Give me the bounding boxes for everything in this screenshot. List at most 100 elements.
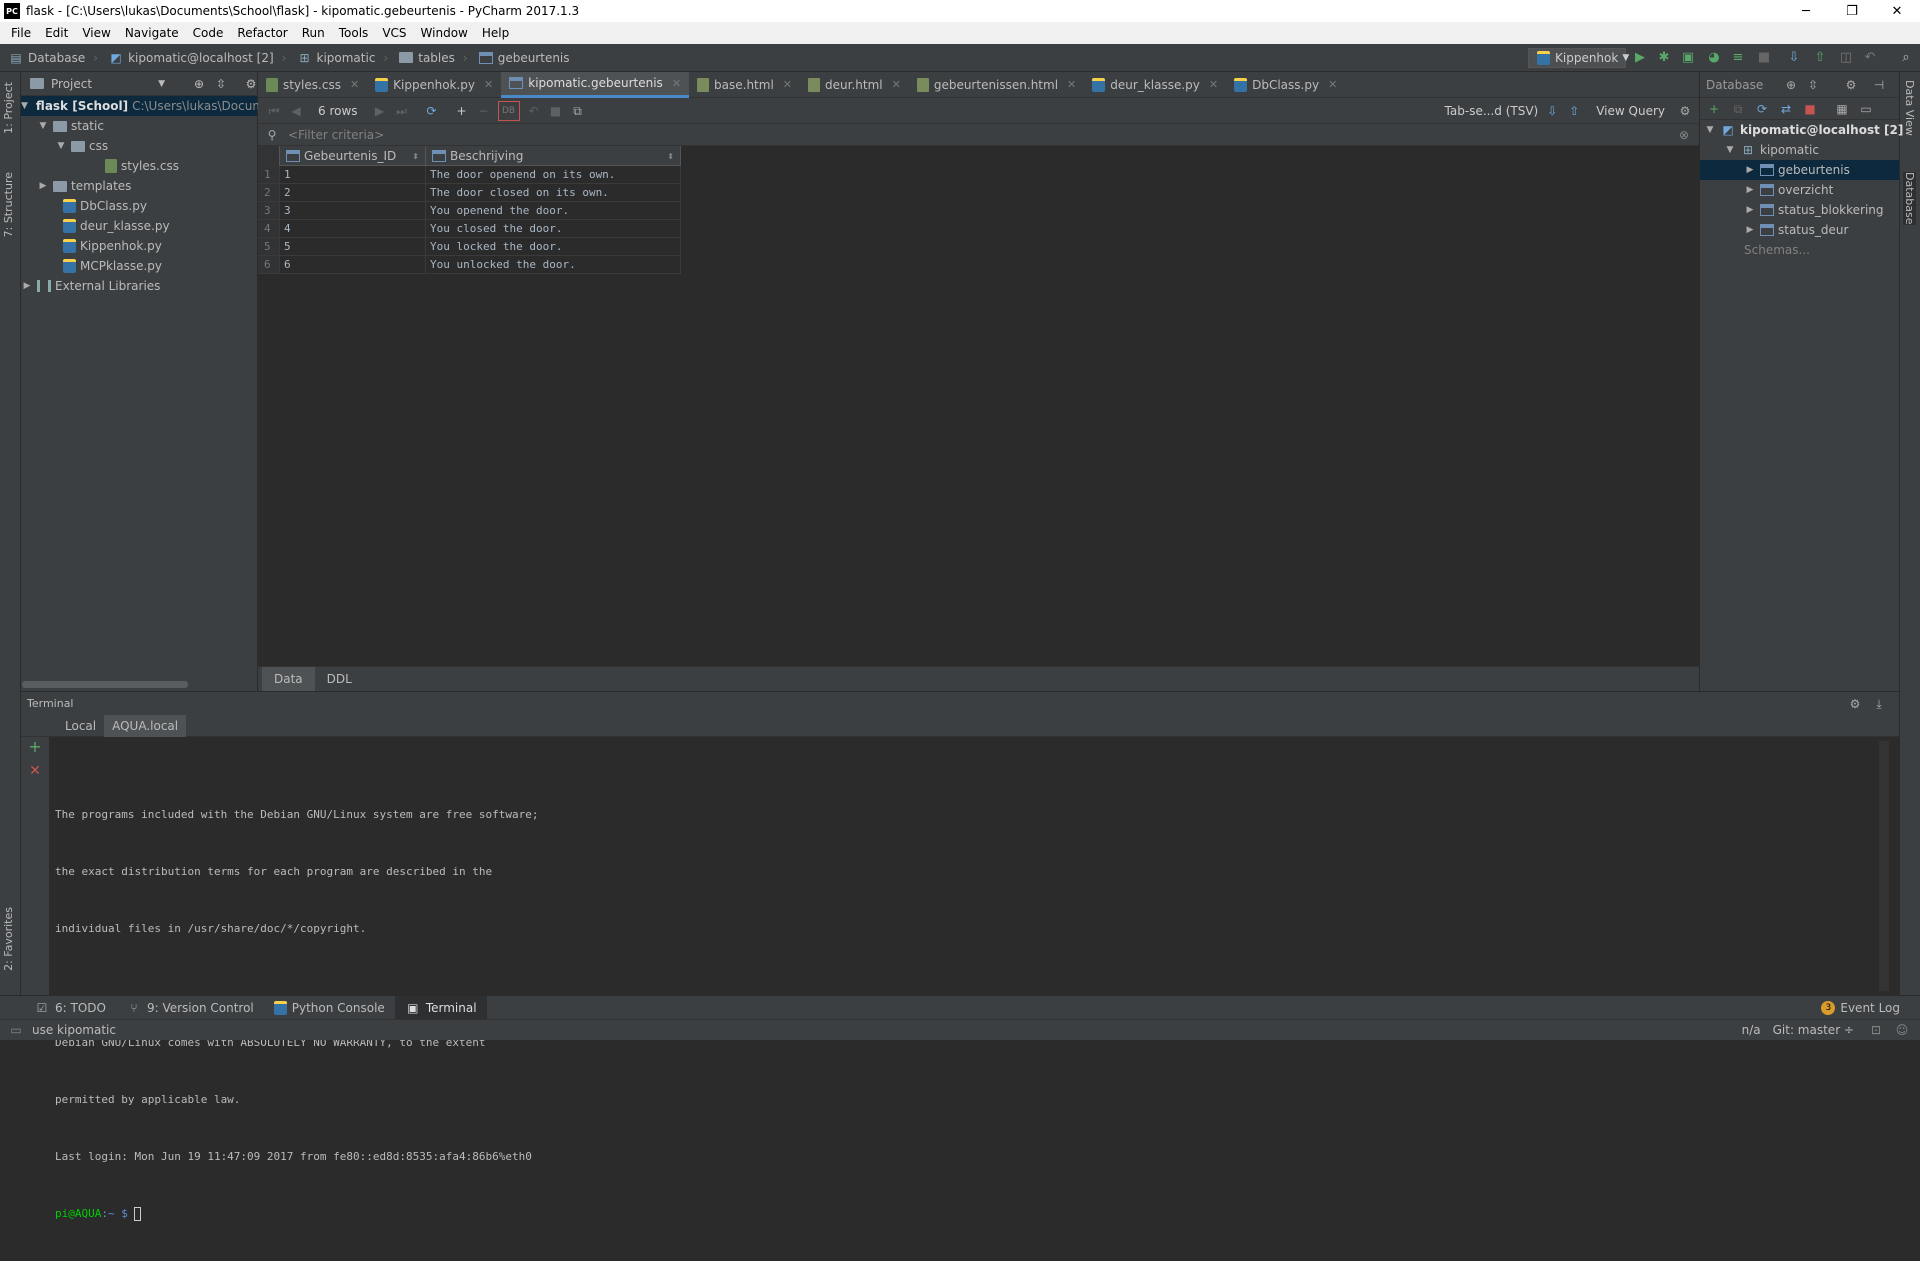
refresh-icon[interactable]: ⟳ bbox=[1754, 101, 1770, 117]
add-row-icon[interactable]: + bbox=[454, 103, 470, 119]
git-branch[interactable]: Git: master ÷ bbox=[1773, 1023, 1854, 1037]
tab-data[interactable]: Data bbox=[262, 666, 315, 692]
tab-deur-html[interactable]: deur.html ✕ bbox=[800, 72, 909, 98]
tree-item-schema-kipomatic[interactable]: ▼ ⊞ kipomatic bbox=[1724, 140, 1819, 160]
expand-arrow-icon[interactable]: ▼ bbox=[21, 101, 28, 111]
cell-id[interactable]: 5 bbox=[280, 238, 426, 256]
table-row[interactable]: 6 6 You unlocked the door. bbox=[258, 256, 681, 274]
table-row[interactable]: 5 5 You locked the door. bbox=[258, 238, 681, 256]
next-page-icon[interactable]: ▶ bbox=[372, 103, 388, 119]
table-row[interactable]: 2 2 The door closed on its own. bbox=[258, 184, 681, 202]
menu-window[interactable]: Window bbox=[414, 26, 475, 40]
terminal-prompt[interactable]: pi@AQUA:~ $ bbox=[55, 1204, 538, 1223]
collapse-icon[interactable]: ⇳ bbox=[1805, 77, 1821, 93]
menu-code[interactable]: Code bbox=[186, 26, 231, 40]
gear-icon[interactable]: ⚙ bbox=[243, 76, 259, 92]
tab-kippenhok[interactable]: Kippenhok.py ✕ bbox=[367, 72, 501, 98]
tree-item-gebeurtenis[interactable]: ▶ gebeurtenis bbox=[1700, 160, 1899, 180]
table-row[interactable]: 4 4 You closed the door. bbox=[258, 220, 681, 238]
lock-icon[interactable]: ⊡ bbox=[1868, 1022, 1884, 1038]
debug-icon[interactable]: ✱ bbox=[1656, 50, 1672, 66]
close-icon[interactable]: ✕ bbox=[350, 78, 359, 91]
tree-item-overzicht[interactable]: ▶ overzicht bbox=[1744, 180, 1834, 200]
menu-help[interactable]: Help bbox=[475, 26, 516, 40]
sort-icon[interactable]: ⬍ bbox=[412, 152, 419, 161]
last-page-icon[interactable]: ⏭ bbox=[394, 103, 410, 119]
delete-row-icon[interactable]: − bbox=[476, 103, 492, 119]
cancel-query-icon[interactable]: ■ bbox=[548, 103, 564, 119]
close-icon[interactable]: ✕ bbox=[783, 78, 792, 91]
cell-description[interactable]: You closed the door. bbox=[426, 220, 681, 238]
close-icon[interactable]: ✕ bbox=[1328, 78, 1337, 91]
column-header-beschrijving[interactable]: Beschrijving ⬍ bbox=[426, 146, 681, 166]
schemas-link[interactable]: Schemas... bbox=[1744, 240, 1810, 260]
expand-arrow-icon[interactable]: ▼ bbox=[1724, 145, 1736, 155]
cell-description[interactable]: You unlocked the door. bbox=[426, 256, 681, 274]
import-icon[interactable]: ⇧ bbox=[1566, 103, 1582, 119]
breadcrumb-database[interactable]: ▤ Database › bbox=[8, 50, 98, 66]
menu-file[interactable]: File bbox=[4, 26, 38, 40]
run-icon[interactable]: ▶ bbox=[1632, 50, 1648, 66]
search-icon[interactable]: ⌕ bbox=[1898, 50, 1914, 66]
revert-icon[interactable]: ↶ bbox=[526, 103, 542, 119]
run-configuration-select[interactable]: Kippenhok ▼ bbox=[1528, 48, 1629, 68]
expand-arrow-icon[interactable]: ▼ bbox=[37, 121, 49, 131]
collapse-icon[interactable]: ⇳ bbox=[213, 76, 229, 92]
tree-item-datasource[interactable]: ▼ ◩ kipomatic@localhost [2] bbox=[1704, 120, 1904, 140]
menu-navigate[interactable]: Navigate bbox=[118, 26, 186, 40]
tab-terminal-local[interactable]: Local bbox=[57, 715, 104, 737]
tab-terminal-aqua[interactable]: AQUA.local bbox=[104, 714, 187, 737]
close-window-button[interactable]: ✕ bbox=[1874, 0, 1920, 22]
cell-description[interactable]: You locked the door. bbox=[426, 238, 681, 256]
table-row[interactable]: 1 1 The door openend on its own. bbox=[258, 166, 681, 184]
version-control-tool-button[interactable]: ⑂ 9: Version Control bbox=[116, 996, 264, 1020]
structure-tool-button[interactable]: 7: Structure bbox=[2, 172, 15, 237]
collapse-arrow-icon[interactable]: ▶ bbox=[1744, 185, 1756, 195]
chevron-down-icon[interactable]: ▼ bbox=[158, 79, 165, 89]
menu-vcs[interactable]: VCS bbox=[375, 26, 413, 40]
revert-icon[interactable]: ↶ bbox=[1862, 50, 1878, 66]
collapse-arrow-icon[interactable]: ▶ bbox=[1744, 165, 1756, 175]
collapse-arrow-icon[interactable]: ▶ bbox=[1744, 205, 1756, 215]
breadcrumb-datasource[interactable]: ◩ kipomatic@localhost [2] › bbox=[108, 50, 286, 66]
console-icon[interactable]: ▭ bbox=[1858, 101, 1874, 117]
tree-item-templates[interactable]: ▶ templates bbox=[37, 176, 132, 196]
duplicate-icon[interactable]: ⧉ bbox=[1730, 101, 1746, 117]
tree-item-css[interactable]: ▼ css bbox=[55, 136, 109, 156]
hide-icon[interactable]: ⊣ bbox=[1871, 77, 1887, 93]
todo-tool-button[interactable]: ☑ 6: TODO bbox=[24, 996, 116, 1020]
table-editor-icon[interactable]: ▦ bbox=[1834, 101, 1850, 117]
expand-arrow-icon[interactable]: ▼ bbox=[55, 141, 67, 151]
tab-styles-css[interactable]: styles.css ✕ bbox=[258, 72, 367, 98]
menu-refactor[interactable]: Refactor bbox=[230, 26, 294, 40]
close-icon[interactable]: ✕ bbox=[1067, 78, 1076, 91]
column-header-gebeurtenis-id[interactable]: Gebeurtenis_ID ⬍ bbox=[280, 146, 426, 166]
cell-id[interactable]: 2 bbox=[280, 184, 426, 202]
tree-item-dbclass[interactable]: DbClass.py bbox=[63, 196, 147, 216]
refresh-icon[interactable]: ⟳ bbox=[424, 103, 440, 119]
locate-icon[interactable]: ⊕ bbox=[191, 76, 207, 92]
row-count[interactable]: 6 rows bbox=[318, 104, 358, 118]
profile-icon[interactable]: ◕ bbox=[1706, 50, 1722, 66]
gear-icon[interactable]: ⚙ bbox=[1677, 103, 1693, 119]
collapse-arrow-icon[interactable]: ▶ bbox=[37, 181, 49, 191]
tree-item-deur-klasse[interactable]: deur_klasse.py bbox=[63, 216, 170, 236]
favorites-tool-button[interactable]: 2: Favorites bbox=[2, 907, 15, 971]
cell-id[interactable]: 1 bbox=[280, 166, 426, 184]
breadcrumb-schema[interactable]: ⊞ kipomatic › bbox=[297, 50, 388, 66]
cell-id[interactable]: 3 bbox=[280, 202, 426, 220]
terminal-tool-button[interactable]: ▣ Terminal bbox=[394, 995, 487, 1020]
minimize-button[interactable]: ─ bbox=[1783, 0, 1829, 22]
restore-button[interactable]: ❐ bbox=[1829, 0, 1875, 22]
data-view-tool-button[interactable]: Data View bbox=[1903, 80, 1916, 136]
close-icon[interactable]: ✕ bbox=[1209, 78, 1218, 91]
tree-item-static[interactable]: ▼ static bbox=[37, 116, 104, 136]
tree-item-status-blokkering[interactable]: ▶ status_blokkering bbox=[1744, 200, 1884, 220]
hide-icon[interactable]: ⤓ bbox=[1871, 696, 1887, 712]
clear-filter-icon[interactable]: ⊗ bbox=[1679, 128, 1689, 142]
close-icon[interactable]: ✕ bbox=[892, 78, 901, 91]
tree-item-kippenhok[interactable]: Kippenhok.py bbox=[63, 236, 162, 256]
project-tool-button[interactable]: 1: Project bbox=[2, 82, 15, 134]
tab-ddl[interactable]: DDL bbox=[315, 667, 364, 692]
cell-id[interactable]: 6 bbox=[280, 256, 426, 274]
